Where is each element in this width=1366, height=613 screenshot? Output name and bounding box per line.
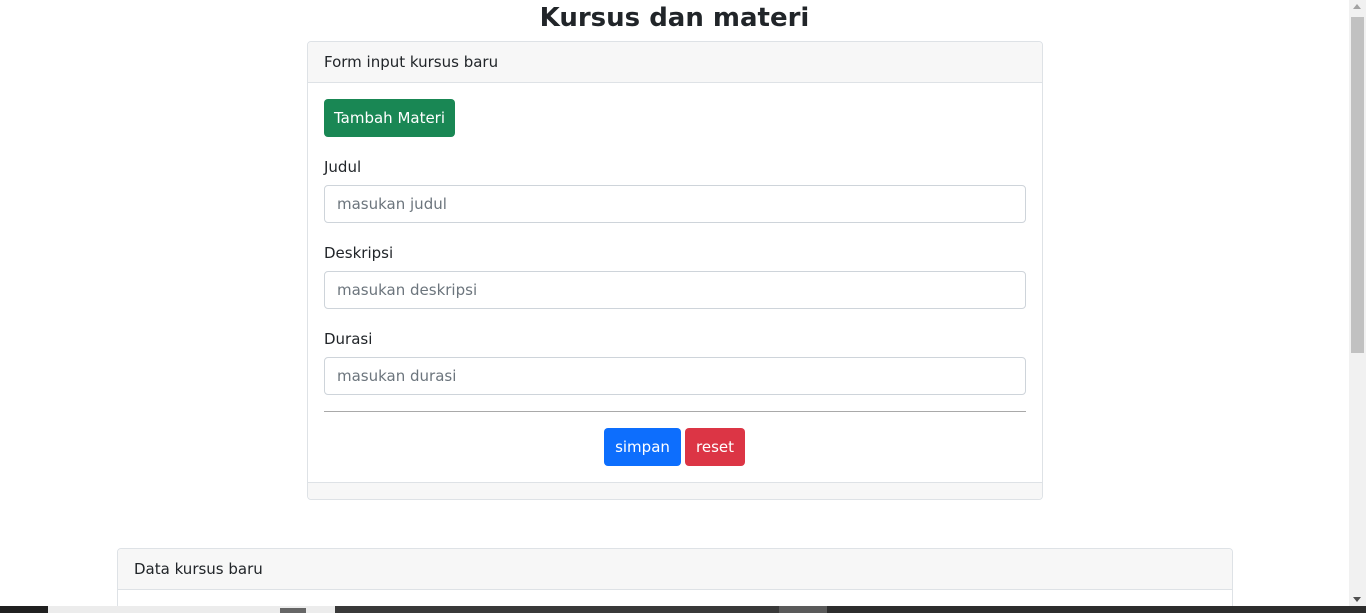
vertical-scrollbar[interactable] xyxy=(1349,0,1366,606)
scroll-down-icon[interactable] xyxy=(1353,597,1361,602)
save-button[interactable]: simpan xyxy=(604,428,681,466)
form-card-header: Form input kursus baru xyxy=(308,42,1042,83)
form-card: Form input kursus baru Tambah Materi Jud… xyxy=(307,41,1043,500)
taskbar-active-app[interactable] xyxy=(779,606,827,613)
description-input[interactable] xyxy=(324,271,1026,309)
taskbar-start-area[interactable] xyxy=(0,606,48,613)
add-material-button[interactable]: Tambah Materi xyxy=(324,99,455,137)
title-input[interactable] xyxy=(324,185,1026,223)
title-label: Judul xyxy=(324,158,362,176)
form-card-footer xyxy=(308,482,1042,499)
form-divider xyxy=(324,411,1026,412)
data-card-header: Data kursus baru xyxy=(118,549,1232,590)
taskbar xyxy=(0,606,1366,613)
scroll-up-icon[interactable] xyxy=(1353,4,1361,9)
reset-button[interactable]: reset xyxy=(685,428,745,466)
taskbar-apps xyxy=(335,606,779,613)
taskbar-tray xyxy=(827,606,1366,613)
scrollbar-thumb[interactable] xyxy=(1351,17,1364,353)
description-label: Deskripsi xyxy=(324,244,394,262)
data-card: Data kursus baru xyxy=(117,548,1233,606)
taskbar-search-icon xyxy=(280,608,306,613)
duration-input[interactable] xyxy=(324,357,1026,395)
duration-label: Durasi xyxy=(324,330,373,348)
page-title: Kursus dan materi xyxy=(539,3,810,33)
browser-viewport: Kursus dan materi Form input kursus baru… xyxy=(0,0,1349,606)
